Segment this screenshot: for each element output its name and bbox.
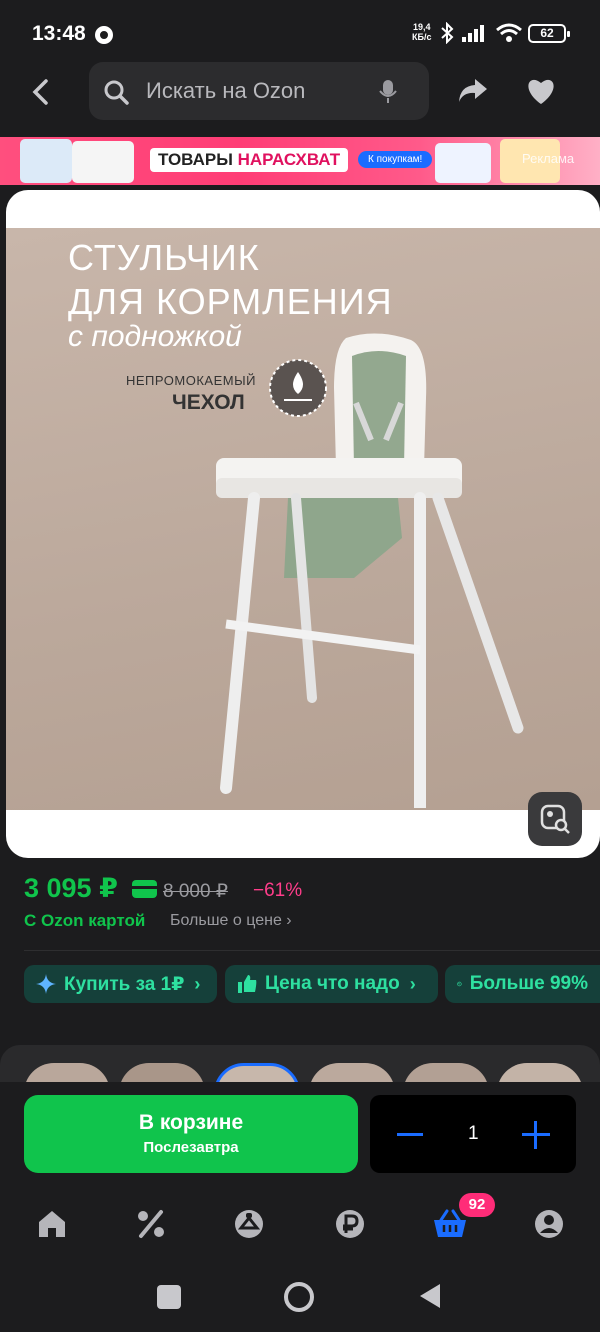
back-arrow-icon[interactable]: [26, 76, 58, 108]
old-price: 8 000 ₽: [163, 881, 228, 902]
decrease-quantity-button[interactable]: [397, 1133, 423, 1136]
ozon-card-icon: [132, 880, 157, 898]
bluetooth-icon: [441, 22, 454, 44]
discount-percent-icon[interactable]: [135, 1208, 167, 1240]
search-placeholder: Искать на Ozon: [146, 78, 306, 103]
back-system-icon[interactable]: [418, 1283, 442, 1309]
current-price: 3 095 ₽: [24, 873, 118, 903]
product-gallery[interactable]: СТУЛЬЧИК ДЛЯ КОРМЛЕНИЯ с подножкой НЕПРОМ…: [6, 190, 600, 858]
notification-dot-icon: [95, 26, 113, 44]
ozon-card-label: С Ozon картой: [24, 911, 146, 930]
battery-icon: 62: [528, 24, 570, 43]
status-time: 13:48: [32, 22, 86, 45]
quantity-stepper: 1: [370, 1095, 576, 1173]
product-photo[interactable]: СТУЛЬЧИК ДЛЯ КОРМЛЕНИЯ с подножкой НЕПРОМ…: [6, 228, 600, 810]
chip-more-99[interactable]: Больше 99%: [445, 965, 600, 1003]
image-search-icon: [540, 804, 570, 834]
high-chair-illustration: [216, 333, 524, 808]
banner-product-image: [20, 139, 72, 183]
favorite-heart-icon[interactable]: [526, 77, 556, 105]
ruble-finance-icon[interactable]: [334, 1208, 366, 1240]
banner-product-image: [435, 143, 491, 183]
increase-quantity-button[interactable]: [522, 1121, 550, 1149]
divider: [24, 950, 600, 951]
share-icon[interactable]: [457, 76, 489, 106]
in-cart-button[interactable]: В корзине Послезавтра: [24, 1095, 358, 1173]
chip-price-that-matters[interactable]: Цена что надо ›: [225, 965, 438, 1003]
recent-apps-button[interactable]: [157, 1285, 181, 1309]
quantity-value: 1: [468, 1123, 479, 1144]
search-input[interactable]: Искать на Ozon: [89, 62, 429, 120]
fresh-basket-icon[interactable]: [233, 1208, 265, 1240]
price-details-link[interactable]: Больше о цене ›: [170, 912, 292, 930]
image-search-button[interactable]: [528, 792, 582, 846]
home-icon[interactable]: [36, 1208, 68, 1240]
home-system-button[interactable]: [284, 1282, 314, 1312]
status-icons: [440, 22, 522, 44]
discount-badge: −61%: [253, 880, 303, 901]
ad-label[interactable]: Реклама: [522, 151, 574, 166]
top-bar: Искать на Ozon: [0, 62, 600, 136]
signal-icon: [462, 25, 484, 42]
wifi-icon: [496, 23, 522, 42]
return-icon: [457, 981, 462, 987]
search-icon: [104, 80, 129, 105]
network-speed: 19,4 КБ/с: [412, 22, 432, 42]
status-bar: 13:48 19,4 КБ/с 62: [0, 0, 600, 62]
microphone-icon[interactable]: [377, 79, 399, 105]
sparkle-icon: [36, 974, 56, 994]
promo-banner[interactable]: ТОВАРЫ НАРАСХВАТ К покупкам! Реклама: [0, 137, 600, 185]
banner-title: ТОВАРЫ НАРАСХВАТ: [150, 148, 349, 172]
banner-product-image: [72, 141, 134, 183]
banner-cta-button[interactable]: К покупкам!: [358, 151, 433, 168]
thumbs-up-icon: [238, 975, 257, 993]
photo-title: СТУЛЬЧИК ДЛЯ КОРМЛЕНИЯ: [68, 237, 393, 322]
chip-buy-for-1-ruble[interactable]: Купить за 1₽ ›: [24, 965, 217, 1003]
cart-count-badge: 92: [459, 1193, 495, 1217]
profile-icon[interactable]: [533, 1208, 565, 1240]
